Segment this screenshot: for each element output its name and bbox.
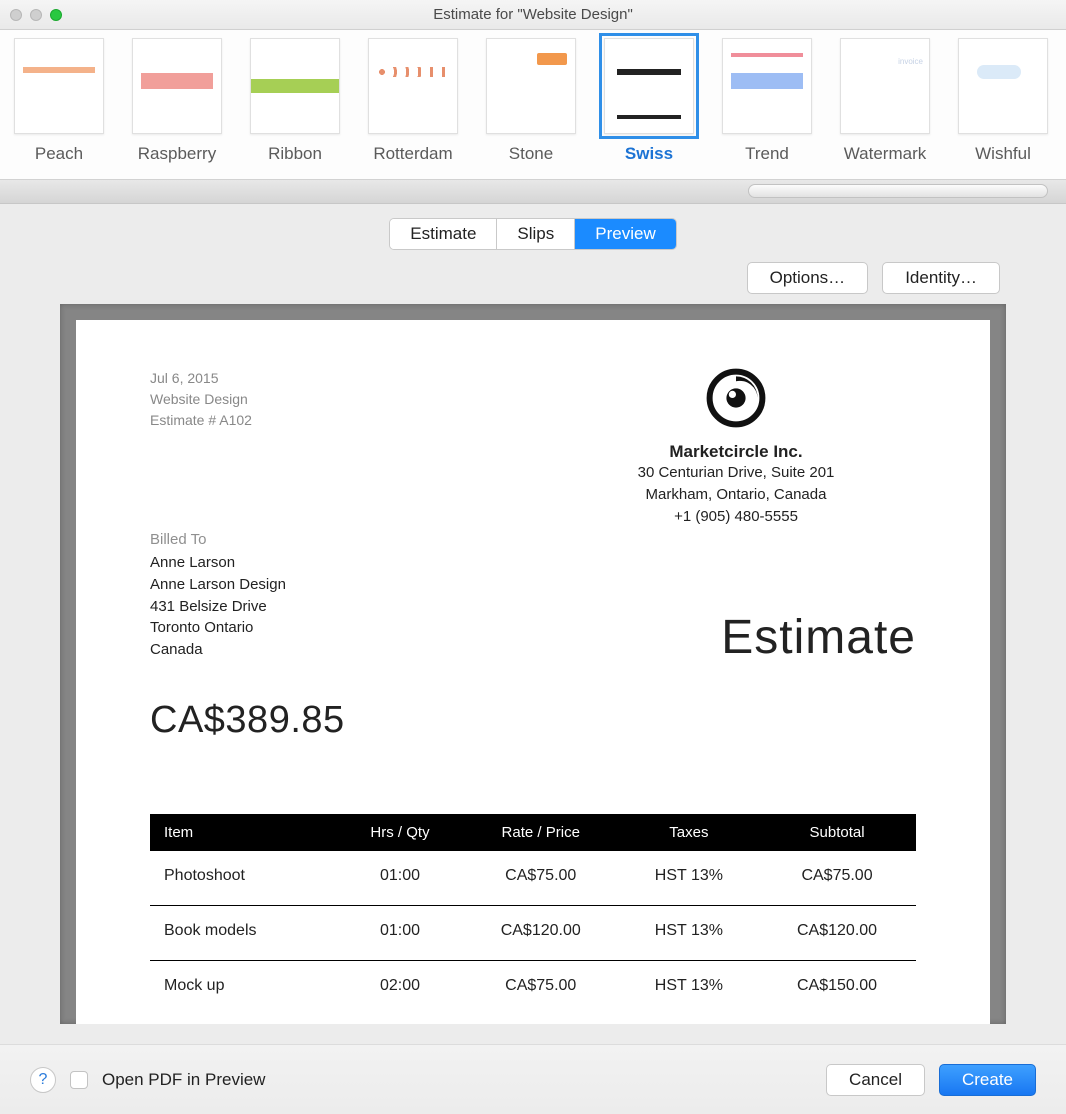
cell-hrs: 02:00 xyxy=(338,960,462,1015)
template-swiss[interactable]: Swiss xyxy=(590,38,708,164)
cell-taxes: HST 13% xyxy=(620,851,758,906)
cell-taxes: HST 13% xyxy=(620,905,758,960)
template-thumb xyxy=(958,38,1048,134)
help-icon: ? xyxy=(39,1071,48,1089)
template-label: Trend xyxy=(745,144,789,164)
options-button[interactable]: Options… xyxy=(747,262,869,294)
template-thumb xyxy=(14,38,104,134)
company-name: Marketcircle Inc. xyxy=(556,442,916,462)
template-thumb xyxy=(604,38,694,134)
company-block: Marketcircle Inc. 30 Centurian Drive, Su… xyxy=(556,368,916,527)
col-hrs: Hrs / Qty xyxy=(338,814,462,851)
col-item: Item xyxy=(150,814,338,851)
document-page: Jul 6, 2015 Website Design Estimate # A1… xyxy=(76,320,990,1024)
billed-name: Anne Larson xyxy=(150,552,916,574)
document-total: CA$389.85 xyxy=(150,699,916,742)
template-thumb xyxy=(722,38,812,134)
template-thumb xyxy=(368,38,458,134)
template-label: Rotterdam xyxy=(373,144,452,164)
table-row: Photoshoot 01:00 CA$75.00 HST 13% CA$75.… xyxy=(150,851,916,906)
template-label: Watermark xyxy=(844,144,927,164)
template-peach[interactable]: Peach xyxy=(0,38,118,164)
cell-subtotal: CA$120.00 xyxy=(758,905,916,960)
template-stone[interactable]: Stone xyxy=(472,38,590,164)
cell-rate: CA$75.00 xyxy=(462,851,620,906)
titlebar: Estimate for "Website Design" xyxy=(0,0,1066,30)
company-addr1: 30 Centurian Drive, Suite 201 xyxy=(556,462,916,484)
line-items-table: Item Hrs / Qty Rate / Price Taxes Subtot… xyxy=(150,814,916,1015)
cell-item: Photoshoot xyxy=(150,851,338,906)
cell-subtotal: CA$150.00 xyxy=(758,960,916,1015)
help-button[interactable]: ? xyxy=(30,1067,56,1093)
cancel-button[interactable]: Cancel xyxy=(826,1064,925,1096)
template-label: Ribbon xyxy=(268,144,322,164)
template-thumb: invoice xyxy=(840,38,930,134)
table-row: Mock up 02:00 CA$75.00 HST 13% CA$150.00 xyxy=(150,960,916,1015)
options-row: Options… Identity… xyxy=(0,258,1066,304)
template-rotterdam[interactable]: Rotterdam xyxy=(354,38,472,164)
cell-rate: CA$120.00 xyxy=(462,905,620,960)
template-ribbon[interactable]: Ribbon xyxy=(236,38,354,164)
template-trend[interactable]: Trend xyxy=(708,38,826,164)
window-title: Estimate for "Website Design" xyxy=(0,6,1066,23)
template-thumb xyxy=(486,38,576,134)
template-label: Peach xyxy=(35,144,83,164)
template-thumb xyxy=(250,38,340,134)
col-rate: Rate / Price xyxy=(462,814,620,851)
open-pdf-checkbox[interactable] xyxy=(70,1071,88,1089)
document-title: Estimate xyxy=(721,610,916,665)
tab-preview[interactable]: Preview xyxy=(574,219,675,249)
template-strip: Peach Raspberry Ribbon Rotterdam Stone S… xyxy=(0,30,1066,180)
bottom-bar: ? Open PDF in Preview Cancel Create xyxy=(0,1044,1066,1114)
cell-subtotal: CA$75.00 xyxy=(758,851,916,906)
template-thumb xyxy=(132,38,222,134)
billed-company: Anne Larson Design xyxy=(150,574,916,596)
cell-hrs: 01:00 xyxy=(338,851,462,906)
create-button[interactable]: Create xyxy=(939,1064,1036,1096)
company-addr2: Markham, Ontario, Canada xyxy=(556,484,916,506)
company-logo-icon xyxy=(706,368,766,428)
open-pdf-label[interactable]: Open PDF in Preview xyxy=(102,1070,265,1090)
table-row: Book models 01:00 CA$120.00 HST 13% CA$1… xyxy=(150,905,916,960)
template-scrollbar[interactable] xyxy=(0,180,1066,204)
tab-slips[interactable]: Slips xyxy=(496,219,574,249)
identity-button[interactable]: Identity… xyxy=(882,262,1000,294)
cell-taxes: HST 13% xyxy=(620,960,758,1015)
template-label: Stone xyxy=(509,144,553,164)
template-watermark[interactable]: invoice Watermark xyxy=(826,38,944,164)
template-raspberry[interactable]: Raspberry xyxy=(118,38,236,164)
col-taxes: Taxes xyxy=(620,814,758,851)
template-wishful[interactable]: Wishful xyxy=(944,38,1062,164)
billed-to-label: Billed To xyxy=(150,531,916,548)
preview-pane[interactable]: Jul 6, 2015 Website Design Estimate # A1… xyxy=(60,304,1006,1024)
cell-rate: CA$75.00 xyxy=(462,960,620,1015)
view-tabs-row: Estimate Slips Preview xyxy=(0,204,1066,258)
cell-hrs: 01:00 xyxy=(338,905,462,960)
col-subtotal: Subtotal xyxy=(758,814,916,851)
company-phone: +1 (905) 480-5555 xyxy=(556,506,916,528)
cell-item: Mock up xyxy=(150,960,338,1015)
template-label: Swiss xyxy=(625,144,673,164)
view-tabs: Estimate Slips Preview xyxy=(389,218,676,250)
template-label: Raspberry xyxy=(138,144,216,164)
cell-item: Book models xyxy=(150,905,338,960)
tab-estimate[interactable]: Estimate xyxy=(390,219,496,249)
template-label: Wishful xyxy=(975,144,1031,164)
scrollbar-thumb[interactable] xyxy=(748,184,1048,198)
